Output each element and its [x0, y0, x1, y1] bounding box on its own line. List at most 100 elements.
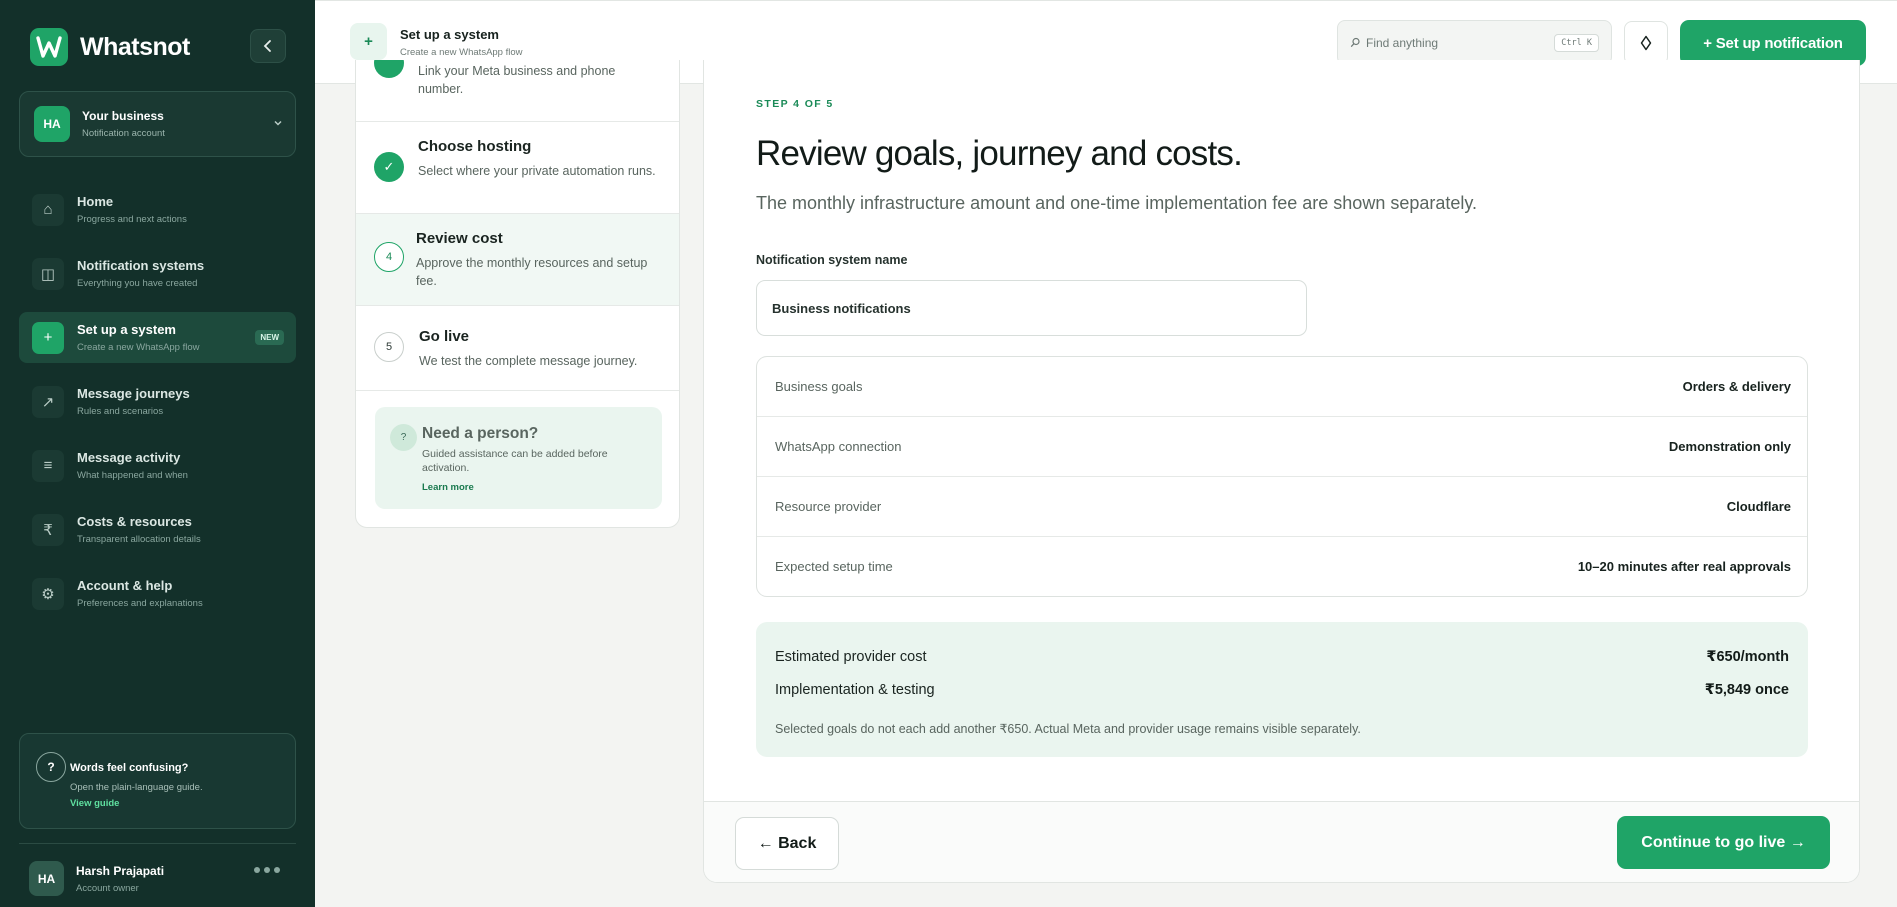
account-avatar: HA [34, 106, 70, 142]
sidebar-item-message-activity[interactable]: ≡ Message activity What happened and when [19, 440, 296, 491]
rupee-icon: ₹ [32, 513, 64, 546]
plus-icon: + [32, 321, 64, 354]
card-footer: ← Back Continue to go live → [704, 801, 1859, 882]
sidebar-item-sub: What happened and when [77, 470, 188, 481]
sidebar-item-message-journeys[interactable]: ↗ Message journeys Rules and scenarios [19, 376, 296, 427]
row-value: 10–20 minutes after real approvals [1577, 559, 1791, 574]
review-cost-card: STEP 4 OF 5 Review goals, journey and co… [703, 60, 1860, 883]
table-row: Business goals Orders & delivery [757, 357, 1807, 417]
step-description: Select where your private automation run… [418, 164, 656, 178]
search-shortcut: Ctrl K [1554, 34, 1599, 52]
page-title: Set up a system [400, 27, 499, 42]
sidebar-item-label: Notification systems [77, 258, 205, 273]
row-label: Expected setup time [775, 559, 893, 574]
row-label: Resource provider [775, 499, 882, 514]
sidebar-item-home[interactable]: ⌂ Home Progress and next actions [19, 184, 296, 235]
help-card-subtitle: Open the plain-language guide. [70, 782, 203, 793]
need-a-person-card: ? Need a person? Guided assistance can b… [375, 407, 662, 509]
step-link-meta[interactable]: Link your Meta business and phone number… [356, 60, 679, 122]
sidebar-item-notification-systems[interactable]: ◫ Notification systems Everything you hav… [19, 248, 296, 299]
row-label: Business goals [775, 379, 863, 394]
brand[interactable]: Whatsnot [30, 28, 190, 66]
step-number: 4 [374, 242, 404, 272]
cost-value: ₹650/month [1706, 649, 1789, 665]
sidebar: Whatsnot HA Your business Notification a… [0, 0, 315, 907]
step-go-live[interactable]: 5 Go live We test the complete message j… [356, 306, 679, 391]
step-title: Go live [419, 328, 470, 345]
search-box[interactable]: Ctrl K [1337, 20, 1612, 65]
section-description: The monthly infrastructure amount and on… [756, 193, 1478, 213]
summary-table: Business goals Orders & delivery WhatsAp… [756, 356, 1808, 597]
search-icon [1350, 37, 1360, 47]
table-row: WhatsApp connection Demonstration only [757, 417, 1807, 477]
cost-note: Selected goals do not each add another ₹… [775, 722, 1361, 736]
step-description: Link your Meta business and phone number… [418, 64, 616, 96]
sidebar-item-label: Set up a system [77, 322, 176, 337]
row-value: Cloudflare [1726, 499, 1791, 514]
sidebar-item-sub: Rules and scenarios [77, 406, 164, 417]
sidebar-item-account-help[interactable]: ⚙ Account & help Preferences and explanat… [19, 568, 296, 619]
account-switcher[interactable]: HA Your business Notification account [19, 91, 296, 157]
avatar: HA [29, 861, 64, 896]
search-input[interactable] [1366, 33, 1536, 53]
system-name-input[interactable] [756, 280, 1307, 336]
row-value: Orders & delivery [1682, 379, 1791, 394]
sidebar-item-sub: Transparent allocation details [77, 534, 201, 545]
gear-icon: ⚙ [32, 577, 64, 610]
page-subtitle: Create a new WhatsApp flow [400, 47, 523, 58]
step-complete-icon [374, 60, 404, 78]
sidebar-item-sub: Create a new WhatsApp flow [77, 342, 200, 353]
divider [19, 843, 296, 844]
step-description: We test the complete message journey. [419, 354, 638, 368]
sidebar-item-set-up-a-system[interactable]: + Set up a system Create a new WhatsApp f… [19, 312, 296, 363]
step-title: Review cost [416, 230, 503, 247]
sidebar-item-sub: Preferences and explanations [77, 598, 203, 609]
sidebar-item-label: Message journeys [77, 386, 190, 401]
view-guide-link[interactable]: View guide [70, 798, 119, 809]
account-subtitle: Notification account [82, 128, 165, 139]
question-icon: ? [390, 424, 417, 451]
step-number: 5 [374, 332, 404, 362]
cost-label: Estimated provider cost [775, 649, 927, 665]
collapse-sidebar-button[interactable] [250, 29, 286, 63]
diamond-icon [1640, 35, 1652, 51]
home-icon: ⌂ [32, 193, 64, 226]
step-review-cost[interactable]: 4 Review cost Approve the monthly resour… [356, 214, 679, 306]
help-card-title: Words feel confusing? [70, 762, 189, 774]
checkmark-icon: ✓ [374, 152, 404, 182]
row-value: Demonstration only [1668, 439, 1791, 454]
sidebar-nav: ⌂ Home Progress and next actions ◫ Notifi… [19, 184, 296, 632]
continue-button[interactable]: Continue to go live → [1617, 816, 1830, 869]
step-indicator: STEP 4 OF 5 [756, 98, 834, 110]
theme-toggle-button[interactable] [1624, 21, 1668, 65]
cost-value: ₹5,849 once [1704, 682, 1789, 698]
question-icon: ? [36, 752, 66, 782]
sidebar-item-label: Account & help [77, 578, 173, 593]
table-row: Expected setup time 10–20 minutes after … [757, 537, 1807, 596]
sidebar-item-label: Costs & resources [77, 514, 192, 529]
panels-icon: ◫ [32, 257, 64, 290]
sidebar-item-sub: Everything you have created [77, 278, 198, 289]
sidebar-item-sub: Progress and next actions [77, 214, 187, 225]
need-help-title: Need a person? [422, 425, 539, 442]
more-options-icon[interactable] [254, 867, 280, 873]
plain-language-guide-card: ? Words feel confusing? Open the plain-l… [19, 733, 296, 829]
cost-label: Implementation & testing [775, 682, 935, 698]
sidebar-item-label: Home [77, 194, 114, 209]
row-label: WhatsApp connection [775, 439, 902, 454]
section-heading: Review goals, journey and costs. [756, 134, 1243, 173]
user-profile[interactable]: HA Harsh Prajapati Account owner [29, 861, 164, 896]
user-name: Harsh Prajapati [76, 863, 165, 878]
chevron-down-icon [274, 120, 282, 126]
sidebar-item-label: Message activity [77, 450, 181, 465]
step-choose-hosting[interactable]: ✓ Choose hosting Select where your priva… [356, 122, 679, 214]
brand-name: Whatsnot [80, 32, 190, 61]
learn-more-link[interactable]: Learn more [422, 482, 474, 493]
chevron-left-icon [263, 40, 271, 52]
back-button[interactable]: ← Back [735, 817, 839, 870]
table-row: Resource provider Cloudflare [757, 477, 1807, 537]
user-role: Account owner [76, 882, 139, 894]
sidebar-item-costs-resources[interactable]: ₹ Costs & resources Transparent allocatio… [19, 504, 296, 555]
account-title: Your business [82, 109, 164, 123]
cost-breakdown: Estimated provider cost ₹650/month Imple… [756, 622, 1808, 757]
